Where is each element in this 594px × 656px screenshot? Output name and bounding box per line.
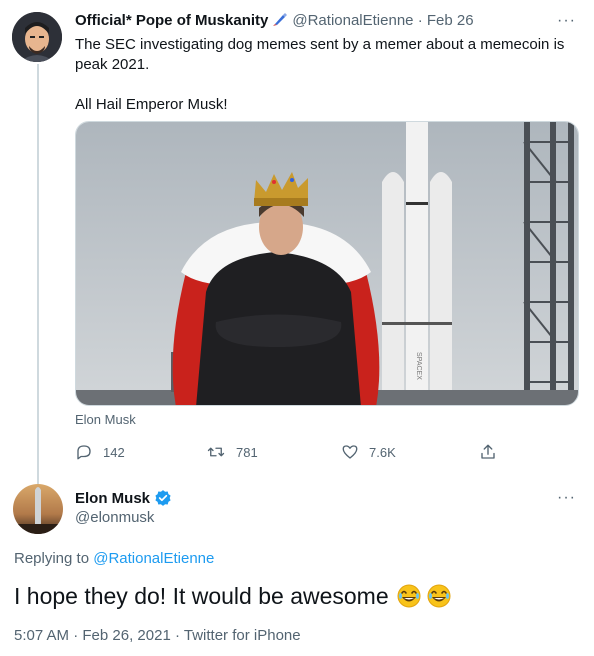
like-button[interactable]: 7.6K [341,441,396,463]
share-icon [481,444,495,459]
replying-prefix: Replying to [14,550,90,567]
separator-dot: · [73,627,79,644]
author-handle[interactable]: @RationalEtienne [292,12,413,29]
retweet-count: 781 [236,444,258,460]
reply-tweet-text: I hope they do! It would be awesome [14,582,451,610]
retweet-icon [207,447,225,457]
author-name[interactable]: Official* Pope of Muskanity [75,12,268,29]
reply-button[interactable]: 142 [75,441,125,463]
brush-icon [272,11,288,33]
more-icon[interactable]: ··· [557,489,576,507]
like-count: 7.6K [369,444,396,460]
separator-dot: · [174,627,180,644]
share-button[interactable] [479,441,507,463]
replying-to-link[interactable]: @RationalEtienne [93,550,214,567]
tweet-media-image[interactable]: SPACEX [75,121,579,406]
reply-text-content: I hope they do! It would be awesome [14,583,389,609]
tweet-date[interactable]: Feb 26, 2021 [82,627,170,644]
reply-author-name[interactable]: Elon Musk [75,489,172,507]
more-icon[interactable]: ··· [557,12,576,30]
media-watermark: SPACEX [415,352,422,380]
reply-author-name-text: Elon Musk [75,489,151,507]
tweet-text-line: The SEC investigating dog memes sent by … [75,36,565,73]
media-caption: Elon Musk [75,412,136,427]
avatar-elonmusk[interactable] [13,484,63,534]
tweet-text: The SEC investigating dog memes sent by … [75,35,580,115]
separator-dot: · [417,12,423,29]
tweet-metadata: 5:07 AM · Feb 26, 2021 · Twitter for iPh… [14,627,301,644]
tweet-header: Official* Pope of Muskanity @RationalEtie… [75,11,474,33]
reply-count: 142 [103,444,125,460]
thread-line [37,64,39,484]
reply-author-handle[interactable]: @elonmusk [75,509,154,526]
reply-icon [77,445,91,460]
retweet-button[interactable]: 781 [206,441,258,463]
verified-badge-icon [155,490,171,506]
tweet-date[interactable]: Feb 26 [427,12,474,29]
tweet-time[interactable]: 5:07 AM [14,627,69,644]
replying-to: Replying to @RationalEtienne [14,550,214,567]
tweet-actions: 142 781 7.6K [75,441,505,463]
laughing-emoji-icon [397,584,421,608]
avatar-rationaletienne[interactable] [12,12,62,62]
like-icon [342,445,358,459]
tweet-text-line: All Hail Emperor Musk! [75,96,228,113]
laughing-emoji-icon [427,584,451,608]
tweet-source[interactable]: Twitter for iPhone [184,627,301,644]
